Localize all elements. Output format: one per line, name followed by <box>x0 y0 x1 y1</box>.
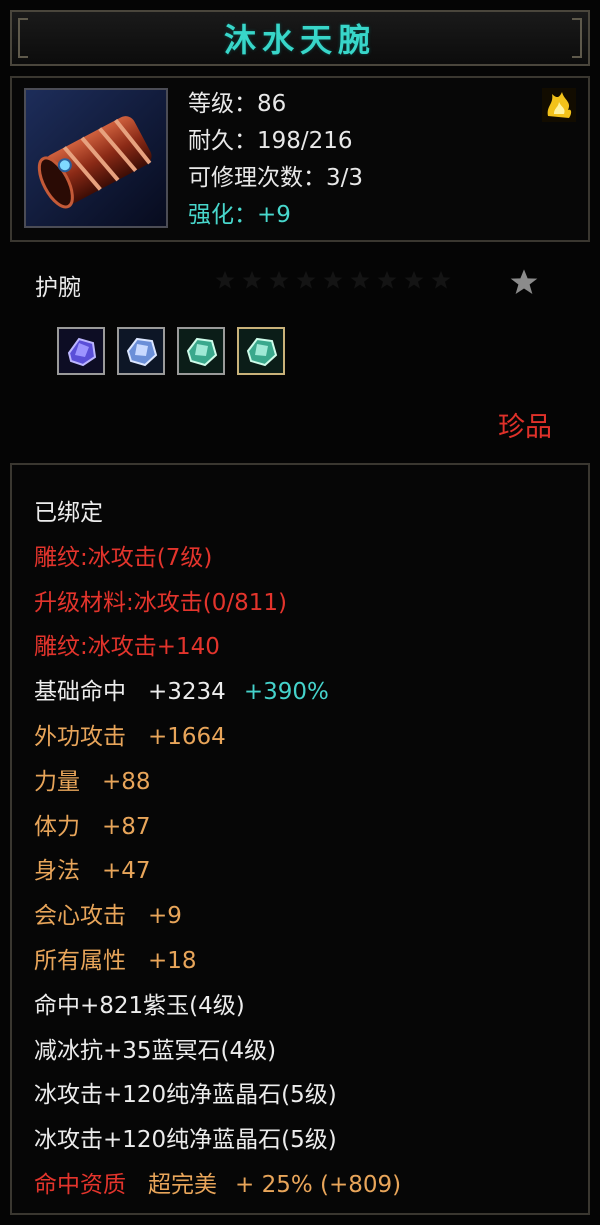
crit-label: 会心攻击 <box>34 903 126 930</box>
outer-attack-line: 外功攻击 +1664 <box>34 715 401 760</box>
gold-flame-icon <box>542 88 576 122</box>
engrave-bonus-line: 雕纹:冰攻击+140 <box>34 634 220 661</box>
agility-label: 身法 <box>34 858 80 885</box>
title-bar: 沐水天腕 <box>10 10 590 66</box>
stamina-value: +87 <box>102 813 151 840</box>
agility-value: +47 <box>102 858 151 885</box>
all-attributes-label: 所有属性 <box>34 947 126 974</box>
aptitude-grade: 超完美 <box>148 1171 217 1198</box>
item-stats: 等级：86 耐久：198/216 可修理次数：3/3 强化：+9 <box>188 86 363 234</box>
item-tooltip: 沐水天腕 等级：86 耐久：198/216 可修理次数：3/3 强化：+9 护腕… <box>0 0 600 1225</box>
empty-star-icon <box>269 271 289 289</box>
bound-status: 已绑定 <box>34 500 103 526</box>
hit-label: 基础命中 <box>34 679 126 706</box>
dim-star-row <box>215 270 451 290</box>
repair-count-text: 可修理次数：3/3 <box>188 165 364 191</box>
attributes-panel: 已绑定 雕纹:冰攻击(7级) 升级材料:冰攻击(0/811) 雕纹:冰攻击+14… <box>10 463 590 1215</box>
aptitude-value: + 25% (+809) <box>235 1171 402 1198</box>
gem-line: 冰攻击+120纯净蓝晶石(5级) <box>34 1127 337 1154</box>
attribute-list: 已绑定 雕纹:冰攻击(7级) 升级材料:冰攻击(0/811) 雕纹:冰攻击+14… <box>34 491 401 1208</box>
star-icon <box>510 269 538 295</box>
empty-star-icon <box>215 271 235 289</box>
aptitude-label: 命中资质 <box>34 1171 126 1198</box>
quality-label: 珍品 <box>498 412 552 443</box>
gem-slots <box>57 327 285 375</box>
green-gem-icon[interactable] <box>237 327 285 375</box>
stamina-line: 体力 +87 <box>34 805 401 850</box>
upgrade-material-line: 升级材料:冰攻击(0/811) <box>34 589 287 616</box>
outer-attack-value: +1664 <box>148 723 226 750</box>
crit-value: +9 <box>148 903 182 930</box>
empty-star-icon <box>404 271 424 289</box>
gem-line: 减冰抗+35蓝冥石(4级) <box>34 1037 277 1064</box>
empty-star-icon <box>323 271 343 289</box>
durability-text: 耐久：198/216 <box>188 128 353 154</box>
hit-value: +3234 <box>148 679 226 706</box>
outer-attack-label: 外功攻击 <box>34 723 126 750</box>
engrave-line: 雕纹:冰攻击(7级) <box>34 544 213 571</box>
item-header: 等级：86 耐久：198/216 可修理次数：3/3 强化：+9 <box>10 76 590 242</box>
gem-line: 冰攻击+120纯净蓝晶石(5级) <box>34 1082 337 1109</box>
enhance-text: 强化：+9 <box>188 202 291 228</box>
green-gem-icon[interactable] <box>177 327 225 375</box>
empty-star-icon <box>431 271 451 289</box>
strength-value: +88 <box>102 768 151 795</box>
hit-percent: +390% <box>243 679 329 706</box>
empty-star-icon <box>242 271 262 289</box>
item-title: 沐水天腕 <box>223 21 376 59</box>
stamina-label: 体力 <box>34 813 80 840</box>
all-attributes-line: 所有属性 +18 <box>34 939 401 984</box>
empty-star-icon <box>377 271 397 289</box>
crit-line: 会心攻击 +9 <box>34 894 401 939</box>
blue-gem-icon[interactable] <box>117 327 165 375</box>
strength-label: 力量 <box>34 768 80 795</box>
item-type: 护腕 <box>35 275 81 301</box>
bracer-icon <box>24 88 168 228</box>
agility-line: 身法 +47 <box>34 849 401 894</box>
level-text: 等级：86 <box>188 91 287 117</box>
hit-line: 基础命中 +3234 +390% <box>34 670 401 715</box>
empty-star-icon <box>350 271 370 289</box>
gem-line: 命中+821紫玉(4级) <box>34 992 245 1019</box>
empty-star-icon <box>296 271 316 289</box>
strength-line: 力量 +88 <box>34 760 401 805</box>
all-attributes-value: +18 <box>148 947 197 974</box>
purple-gem-icon[interactable] <box>57 327 105 375</box>
aptitude-line: 命中资质 超完美 + 25% (+809) <box>34 1163 401 1208</box>
